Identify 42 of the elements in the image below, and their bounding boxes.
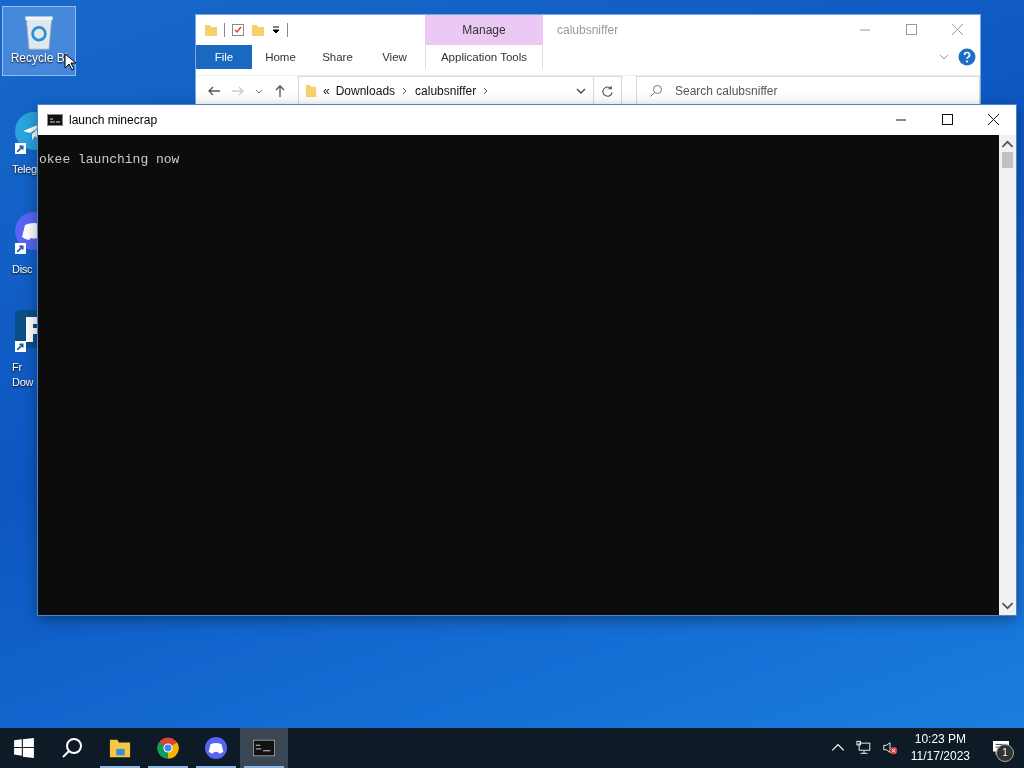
ribbon-tab[interactable]: Share xyxy=(309,45,366,69)
dropdown-icon[interactable] xyxy=(271,25,281,35)
search-input[interactable]: Search calubsniffer xyxy=(673,83,957,99)
icon-label: Fr xyxy=(12,360,22,375)
scroll-thumb[interactable] xyxy=(1002,152,1013,168)
ribbon-tab[interactable]: Application Tools xyxy=(425,45,543,69)
overflow-chevron[interactable]: « xyxy=(323,84,330,98)
clock-date[interactable]: 11/17/2023 xyxy=(910,748,970,765)
notification-badge: 1 xyxy=(996,744,1014,762)
window-title: launch minecrap xyxy=(69,113,158,127)
context-tab-header: Manage xyxy=(425,15,543,45)
search-field[interactable]: Search calubsniffer xyxy=(636,76,980,106)
game-controller-icon xyxy=(205,737,227,759)
console-output: okee launching now xyxy=(39,152,181,168)
checklist-icon[interactable] xyxy=(231,23,245,37)
shortcut-arrow-icon xyxy=(15,143,26,154)
muted-speaker-icon[interactable] xyxy=(881,740,898,756)
clock-time[interactable]: 10:23 PM xyxy=(914,731,967,748)
window-title: calubsniffer xyxy=(557,23,619,37)
shortcut-arrow-icon xyxy=(15,341,26,352)
search-icon xyxy=(61,737,83,759)
notification-button[interactable]: 1 xyxy=(978,728,1024,768)
terminal-icon xyxy=(47,114,63,126)
refresh-icon xyxy=(601,84,614,98)
search-icon xyxy=(649,84,663,98)
browser-icon xyxy=(157,737,179,759)
taskbar-button[interactable] xyxy=(240,728,288,768)
breadcrumb[interactable]: Downloads xyxy=(335,84,396,98)
windows-logo-icon xyxy=(13,737,35,759)
folder-icon xyxy=(109,737,131,759)
terminal-icon xyxy=(253,737,275,759)
ribbon-tab[interactable]: File xyxy=(196,45,252,69)
ribbon-tab[interactable]: Home xyxy=(252,45,309,69)
shortcut-arrow-icon xyxy=(15,243,26,254)
network-icon[interactable] xyxy=(855,740,872,756)
ribbon-tab[interactable]: View xyxy=(366,45,423,69)
breadcrumb[interactable]: calubsniffer xyxy=(415,84,477,98)
scrollbar[interactable] xyxy=(999,135,1016,615)
icon-label: Dow xyxy=(12,375,34,390)
icon-label: Disc xyxy=(12,262,33,277)
folder-icon xyxy=(305,83,317,99)
icon-label: Teleg xyxy=(12,162,37,177)
